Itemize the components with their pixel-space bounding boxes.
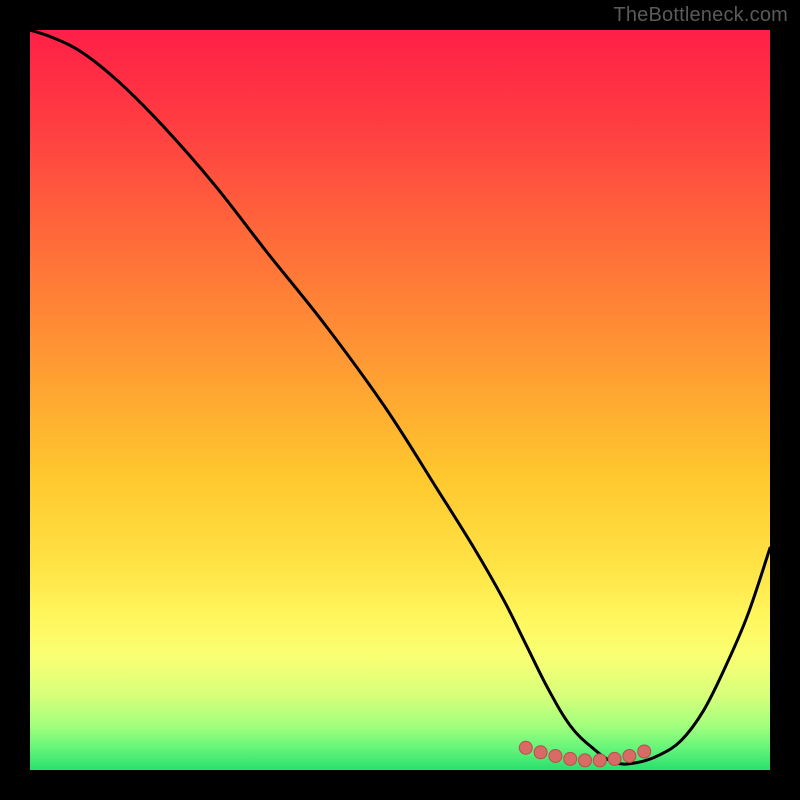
curve-layer — [30, 30, 770, 770]
plot-area — [30, 30, 770, 770]
marker-dot — [564, 752, 577, 765]
marker-dot — [534, 746, 547, 759]
chart-frame: TheBottleneck.com — [0, 0, 800, 800]
marker-dot — [549, 749, 562, 762]
marker-dot — [593, 754, 606, 767]
marker-dot — [519, 741, 532, 754]
marker-dot — [579, 754, 592, 767]
marker-dot — [608, 752, 621, 765]
watermark-text: TheBottleneck.com — [613, 4, 788, 27]
marker-dot — [638, 745, 651, 758]
marker-dot — [623, 749, 636, 762]
bottleneck-curve — [30, 30, 770, 764]
